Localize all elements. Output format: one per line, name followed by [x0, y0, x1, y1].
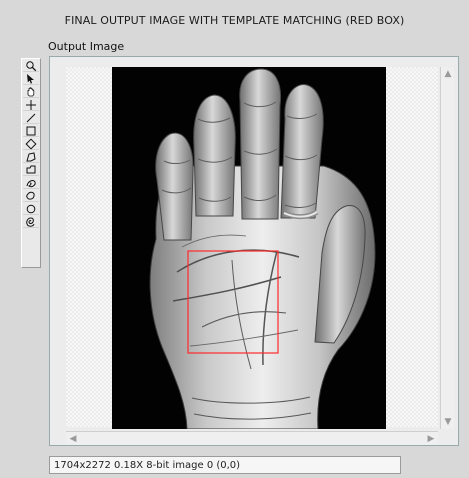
scroll-right-arrow-icon[interactable]: ▶	[424, 432, 438, 446]
spiral-icon[interactable]	[23, 216, 39, 228]
broken-line-icon[interactable]	[23, 203, 39, 215]
horizontal-scrollbar[interactable]: ◀ ▶	[66, 431, 438, 445]
window-title: FINAL OUTPUT IMAGE WITH TEMPLATE MATCHIN…	[64, 14, 405, 27]
image-viewer[interactable]: ▲ ▼ ◀ ▶	[49, 56, 459, 446]
zoom-icon[interactable]	[23, 60, 39, 72]
rectangle-icon[interactable]	[23, 125, 39, 137]
scroll-left-arrow-icon[interactable]: ◀	[66, 432, 80, 446]
canvas-area	[66, 67, 438, 429]
oval-icon[interactable]	[23, 190, 39, 202]
image-status-bar: 1704x2272 0.18X 8-bit image 0 (0,0)	[49, 456, 401, 474]
rotated-rectangle-icon[interactable]	[23, 137, 39, 150]
panel-title: Output Image	[48, 40, 125, 53]
polygon-icon[interactable]	[23, 151, 39, 163]
crosshair-icon[interactable]	[23, 99, 39, 111]
output-image	[112, 67, 386, 429]
freehand-icon[interactable]	[23, 164, 39, 176]
pan-icon[interactable]	[23, 86, 39, 98]
hand-image	[149, 68, 376, 429]
annulus-icon[interactable]	[23, 177, 39, 189]
pointer-icon[interactable]	[23, 73, 39, 85]
scroll-down-arrow-icon[interactable]: ▼	[441, 415, 455, 429]
vertical-scrollbar[interactable]: ▲ ▼	[440, 67, 454, 429]
line-icon[interactable]	[23, 112, 39, 124]
tool-palette	[21, 58, 41, 268]
scroll-up-arrow-icon[interactable]: ▲	[441, 67, 455, 81]
